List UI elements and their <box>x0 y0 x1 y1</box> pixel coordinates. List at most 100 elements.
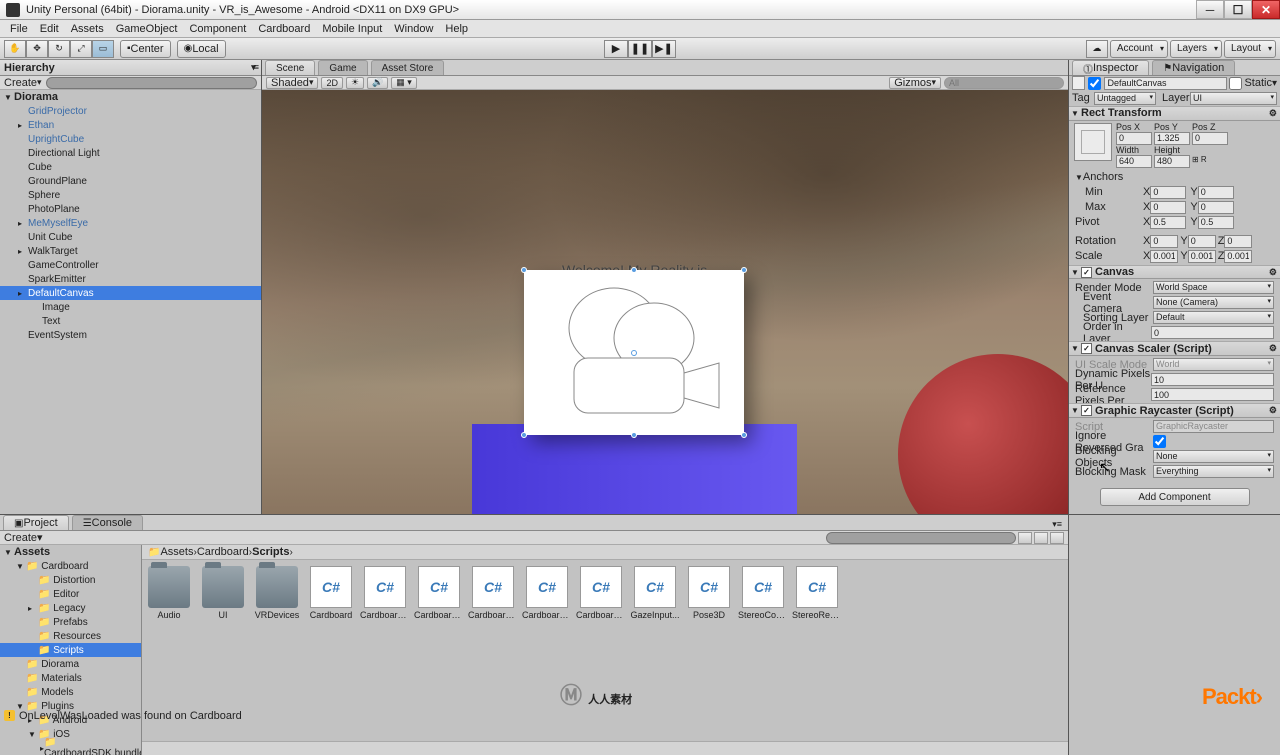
project-tree-item[interactable]: ▼📁 iOS <box>0 727 141 741</box>
ignore-reversed-checkbox[interactable] <box>1153 435 1166 448</box>
script-asset[interactable]: C#Pose3D <box>688 566 730 620</box>
project-tree-item[interactable]: 📁 Diorama <box>0 657 141 671</box>
script-asset[interactable]: C#Cardboard... <box>418 566 460 620</box>
menu-component[interactable]: Component <box>183 20 252 38</box>
blocking-objects-dropdown[interactable]: None <box>1153 450 1274 463</box>
audio-toggle[interactable]: 🔊 <box>367 77 388 89</box>
navigation-tab[interactable]: ⚑ Navigation <box>1152 60 1235 75</box>
canvas-header[interactable]: ▼✓Canvas⚙ <box>1069 265 1280 280</box>
hierarchy-create[interactable]: Create <box>4 77 37 89</box>
project-tree-item[interactable]: 📁 Distortion <box>0 573 141 587</box>
script-asset[interactable]: C#Cardboard... <box>472 566 514 620</box>
script-asset[interactable]: C#StereoRend... <box>796 566 838 620</box>
gizmos-dropdown[interactable]: Gizmos ▾ <box>889 77 941 89</box>
order-field[interactable] <box>1151 326 1274 339</box>
script-asset[interactable]: C#CardboardP... <box>580 566 622 620</box>
gear-icon[interactable]: ⚙ <box>1269 267 1277 278</box>
project-tree-item[interactable]: 📁 Models <box>0 685 141 699</box>
layers-dropdown[interactable]: Layers <box>1170 40 1222 58</box>
project-create[interactable]: Create <box>4 532 37 544</box>
project-tab[interactable]: ▣ Project <box>3 515 69 530</box>
gear-icon[interactable]: ⚙ <box>1269 343 1277 354</box>
canvas-scaler-header[interactable]: ▼✓Canvas Scaler (Script)⚙ <box>1069 341 1280 356</box>
rect-transform-header[interactable]: ▼Rect Transform⚙ <box>1069 106 1280 121</box>
light-toggle[interactable]: ☀ <box>346 77 364 89</box>
assets-root[interactable]: ▼Assets <box>0 545 141 559</box>
project-tree-item[interactable]: 📁 Resources <box>0 629 141 643</box>
anchor-miny[interactable] <box>1198 186 1234 199</box>
reference-pixels-field[interactable] <box>1151 388 1274 401</box>
scene-root[interactable]: ▼Diorama <box>0 90 261 104</box>
menu-gameobject[interactable]: GameObject <box>110 20 184 38</box>
dynamic-pixels-field[interactable] <box>1151 373 1274 386</box>
panel-options-icon[interactable]: ▾≡ <box>1052 519 1062 530</box>
add-component-button[interactable]: Add Component <box>1100 488 1250 506</box>
menu-cardboard[interactable]: Cardboard <box>252 20 316 38</box>
hierarchy-item[interactable]: ▸WalkTarget <box>0 244 261 258</box>
pause-button[interactable]: ❚❚ <box>628 40 652 58</box>
rot-x[interactable] <box>1150 235 1178 248</box>
account-dropdown[interactable]: Account <box>1110 40 1168 58</box>
hierarchy-tab[interactable]: Hierarchy▾≡ <box>0 60 261 76</box>
console-tab[interactable]: ☰ Console <box>72 515 143 530</box>
script-asset[interactable]: C#Cardboard <box>310 566 352 620</box>
height-field[interactable] <box>1154 155 1190 168</box>
rect-tool[interactable]: ▭ <box>92 40 114 58</box>
2d-toggle[interactable]: 2D <box>321 77 343 89</box>
folder-asset[interactable]: UI <box>202 566 244 620</box>
fx-toggle[interactable]: ▦ ▾ <box>391 77 417 89</box>
hierarchy-item[interactable]: Sphere <box>0 188 261 202</box>
menu-assets[interactable]: Assets <box>65 20 110 38</box>
width-field[interactable] <box>1116 155 1152 168</box>
project-tree-item[interactable]: ▼📁 Cardboard <box>0 559 141 573</box>
scale-z[interactable] <box>1224 250 1252 263</box>
hierarchy-item[interactable]: Image <box>0 300 261 314</box>
hierarchy-item[interactable]: GridProjector <box>0 104 261 118</box>
project-tree-item[interactable]: 📁 Editor <box>0 587 141 601</box>
script-asset[interactable]: C#CardboardP... <box>526 566 568 620</box>
hierarchy-item[interactable]: PhotoPlane <box>0 202 261 216</box>
blocking-mask-dropdown[interactable]: Everything <box>1153 465 1274 478</box>
close-button[interactable]: ✕ <box>1252 0 1280 19</box>
assetstore-tab[interactable]: Asset Store <box>371 60 445 75</box>
hierarchy-item[interactable]: UprightCube <box>0 132 261 146</box>
search-filter-icon[interactable] <box>1034 532 1048 544</box>
posx-field[interactable] <box>1116 132 1152 145</box>
gear-icon[interactable]: ⚙ <box>1269 108 1277 119</box>
search-filter-icon[interactable] <box>1018 532 1032 544</box>
graphic-raycaster-header[interactable]: ▼✓Graphic Raycaster (Script)⚙ <box>1069 403 1280 418</box>
folder-asset[interactable]: VRDevices <box>256 566 298 620</box>
anchor-maxx[interactable] <box>1150 201 1186 214</box>
posy-field[interactable] <box>1154 132 1190 145</box>
asset-size-slider[interactable] <box>142 741 1068 755</box>
play-button[interactable]: ▶ <box>604 40 628 58</box>
static-checkbox[interactable] <box>1229 77 1242 90</box>
game-tab[interactable]: Game <box>318 60 367 75</box>
gear-icon[interactable]: ⚙ <box>1269 405 1277 416</box>
scene-viewport[interactable]: Welcome! My Reality is lity. <box>262 90 1068 514</box>
script-asset[interactable]: C#Cardboard... <box>364 566 406 620</box>
layout-dropdown[interactable]: Layout <box>1224 40 1276 58</box>
rot-z[interactable] <box>1224 235 1252 248</box>
tag-dropdown[interactable]: Untagged <box>1094 92 1156 105</box>
anchor-preset[interactable] <box>1074 123 1112 161</box>
hierarchy-item[interactable]: EventSystem <box>0 328 261 342</box>
scale-x[interactable] <box>1150 250 1178 263</box>
menu-mobileinput[interactable]: Mobile Input <box>316 20 388 38</box>
hierarchy-item[interactable]: Text <box>0 314 261 328</box>
event-camera-field[interactable]: None (Camera) <box>1153 296 1274 309</box>
rotate-tool[interactable]: ↻ <box>48 40 70 58</box>
minimize-button[interactable]: ─ <box>1196 0 1224 19</box>
pivot-center[interactable]: ▪ Center <box>120 40 171 58</box>
menu-file[interactable]: File <box>4 20 34 38</box>
hierarchy-item[interactable]: ▸Ethan <box>0 118 261 132</box>
cloud-button[interactable]: ☁ <box>1086 40 1108 58</box>
step-button[interactable]: ▶❚ <box>652 40 676 58</box>
hierarchy-item[interactable]: Directional Light <box>0 146 261 160</box>
layer-dropdown[interactable]: UI <box>1190 92 1277 105</box>
script-asset[interactable]: C#StereoCont... <box>742 566 784 620</box>
project-tree-item[interactable]: ▸📁 Legacy <box>0 601 141 615</box>
gameobject-name-field[interactable] <box>1104 77 1227 90</box>
scene-search[interactable] <box>944 77 1064 89</box>
hierarchy-search[interactable] <box>46 77 257 89</box>
